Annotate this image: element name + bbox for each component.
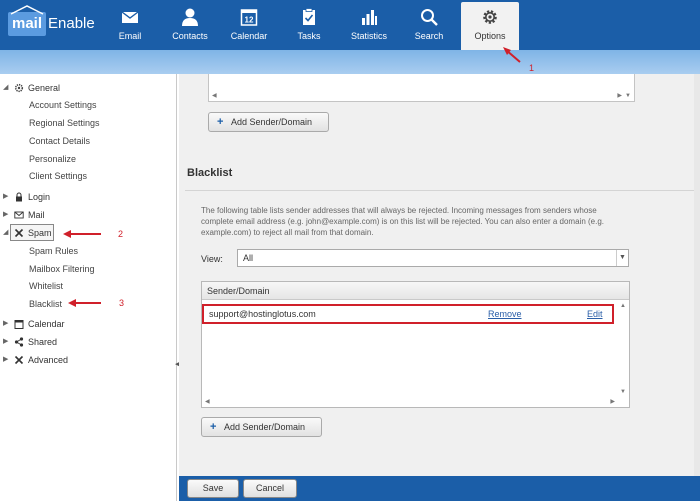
nav-calendar[interactable]: 12 Calendar (220, 0, 278, 50)
scroll-left-arrow-icon[interactable]: ◀ (205, 398, 210, 405)
nav-email-label: Email (118, 31, 142, 41)
sidebar-item-blacklist[interactable]: Blacklist (29, 297, 62, 311)
options-sidebar: ◢ General Account Settings Regional Sett… (0, 74, 180, 501)
sidebar-item-contact-details[interactable]: Contact Details (29, 134, 90, 148)
sidebar-item-mailbox-filtering[interactable]: Mailbox Filtering (29, 262, 95, 276)
envelope-icon (14, 211, 24, 219)
gear-icon (14, 83, 24, 93)
nav-options[interactable]: Options (461, 2, 519, 50)
add-sender-domain-button-top[interactable]: + Add Sender/Domain (208, 112, 329, 132)
expanded-arrow-icon[interactable]: ◢ (3, 225, 9, 241)
annotation-number-2: 2 (118, 229, 124, 239)
nav-tasks-label: Tasks (297, 31, 321, 41)
scroll-up-arrow-icon[interactable]: ▲ (620, 303, 626, 309)
sidebar-item-calendar-label: Calendar (28, 319, 65, 329)
nav-calendar-label: Calendar (230, 31, 268, 41)
blacklist-description: The following table lists sender address… (201, 206, 604, 237)
collapsed-arrow-icon[interactable]: ▶ (3, 352, 9, 368)
main-vertical-scrollbar[interactable] (694, 74, 700, 476)
annotation-number-3: 3 (119, 298, 125, 308)
tools-icon (14, 228, 24, 238)
blacklist-panel: ◀ ▶ ▼ + Add Sender/Domain Blacklist The … (185, 74, 700, 476)
scroll-left-arrow-icon[interactable]: ◀ (212, 92, 217, 99)
whitelist-grid-partial[interactable]: ◀ ▶ ▼ (208, 74, 635, 102)
sidebar-item-spam-rules[interactable]: Spam Rules (29, 244, 78, 258)
search-icon (421, 9, 438, 26)
person-icon (182, 8, 198, 26)
nav-statistics[interactable]: Statistics (340, 0, 398, 50)
envelope-icon (121, 11, 139, 23)
view-select-value: All (243, 253, 254, 263)
main-content: ◀ ▶ ▼ + Add Sender/Domain Blacklist The … (179, 74, 700, 476)
nav-options-label: Options (474, 31, 506, 41)
tools-icon (14, 355, 24, 365)
sidebar-item-mail-label: Mail (28, 210, 45, 220)
row-sender-email: support@hostinglotus.com (209, 309, 316, 319)
plus-icon: + (210, 421, 217, 433)
sidebar-item-spam-label: Spam (28, 228, 52, 238)
nav-tasks[interactable]: Tasks (280, 0, 338, 50)
gear-icon (483, 10, 497, 24)
add-sender-domain-label: Add Sender/Domain (224, 422, 306, 432)
grid-header-sender-domain[interactable]: Sender/Domain (202, 282, 629, 300)
logo-envelope-icon (10, 5, 44, 15)
logo-mail-box: mail (8, 5, 47, 36)
nav-search[interactable]: Search (400, 0, 458, 50)
remove-link[interactable]: Remove (488, 306, 522, 322)
sidebar-item-client-settings[interactable]: Client Settings (29, 169, 87, 183)
sidebar-item-shared-label: Shared (28, 337, 58, 347)
sidebar-item-login-label: Login (28, 192, 51, 202)
sidebar-item-personalize[interactable]: Personalize (29, 152, 76, 166)
blacklist-grid: Sender/Domain support@hostinglotus.com R… (201, 281, 630, 408)
collapsed-arrow-icon[interactable]: ▶ (3, 189, 9, 205)
blacklist-heading: Blacklist (187, 167, 233, 179)
calendar-icon: 12 (240, 9, 258, 26)
add-sender-domain-button-bottom[interactable]: + Add Sender/Domain (201, 417, 322, 437)
sidebar-item-advanced-label: Advanced (28, 355, 69, 365)
annotation-number-1: 1 (529, 63, 535, 73)
grid-horizontal-scrollbar[interactable]: ◀ ▶ (202, 395, 629, 407)
expanded-arrow-icon[interactable]: ◢ (3, 80, 9, 96)
plus-icon: + (217, 116, 224, 128)
sidebar-item-general-label: General (28, 83, 61, 93)
save-button[interactable]: Save (187, 479, 239, 498)
mailenable-logo: mail Enable (8, 5, 95, 38)
nav-email[interactable]: Email (101, 0, 159, 50)
scroll-down-arrow-icon[interactable]: ▼ (625, 93, 631, 99)
sub-toolbar (0, 50, 700, 74)
bar-chart-icon (362, 10, 377, 25)
collapsed-arrow-icon[interactable]: ▶ (3, 334, 9, 350)
nav-contacts-label: Contacts (172, 31, 208, 41)
collapsed-arrow-icon[interactable]: ▶ (3, 316, 9, 332)
add-sender-domain-label: Add Sender/Domain (231, 117, 313, 127)
logo-text-mail: mail (12, 15, 43, 32)
view-label: View: (201, 254, 223, 264)
clipboard-icon (303, 8, 315, 25)
scroll-right-arrow-icon[interactable]: ▶ (610, 398, 615, 405)
scroll-right-arrow-icon[interactable]: ▶ (617, 92, 622, 99)
footer-bar: Save Cancel (179, 476, 700, 501)
table-row[interactable]: support@hostinglotus.com Remove Edit (202, 304, 614, 324)
share-icon (14, 337, 24, 347)
logo-text-enable: Enable (48, 15, 95, 32)
grid-vertical-scrollbar[interactable]: ▲ ▼ (617, 301, 629, 397)
calendar-icon (14, 320, 24, 329)
sidebar-item-account-settings[interactable]: Account Settings (29, 98, 97, 112)
sidebar-item-whitelist[interactable]: Whitelist (29, 279, 63, 293)
calendar-icon-day: 12 (245, 16, 254, 25)
collapsed-arrow-icon[interactable]: ▶ (3, 207, 9, 223)
section-divider (185, 190, 700, 191)
sidebar-item-regional-settings[interactable]: Regional Settings (29, 116, 100, 130)
top-navigation-bar: mail Enable Email Contacts 12 Calendar T… (0, 0, 700, 50)
chevron-down-icon[interactable]: ▼ (616, 250, 628, 266)
edit-link[interactable]: Edit (587, 306, 603, 322)
nav-contacts[interactable]: Contacts (161, 0, 219, 50)
cancel-button[interactable]: Cancel (243, 479, 297, 498)
nav-search-label: Search (414, 31, 444, 41)
lock-icon (16, 192, 22, 202)
nav-statistics-label: Statistics (350, 31, 387, 41)
view-select[interactable]: All ▼ (237, 249, 629, 267)
